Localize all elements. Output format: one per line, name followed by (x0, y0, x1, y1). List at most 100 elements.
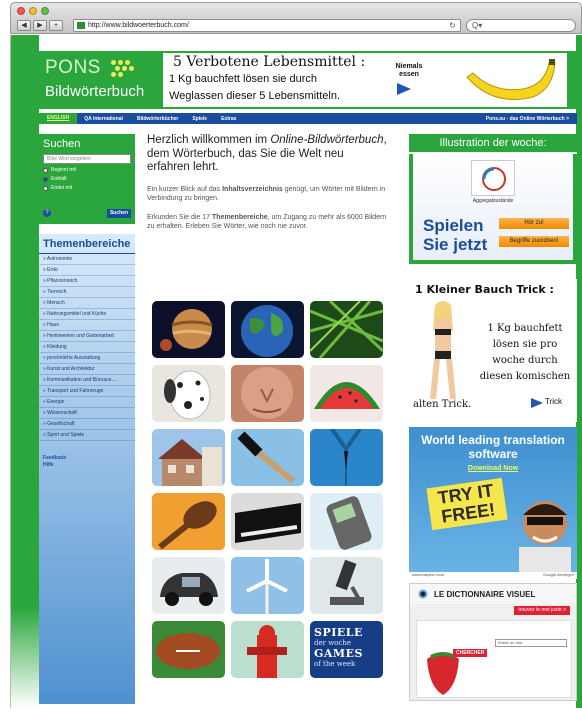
tile-kleidung[interactable] (310, 429, 383, 486)
dalmatian-icon (152, 365, 225, 422)
nav-bildwoerterbuecher[interactable]: Bildwörterbücher (130, 116, 185, 122)
english-link[interactable]: ENGLISH (39, 113, 78, 124)
match-terms-button[interactable]: Begriffe zuordnen! (499, 236, 569, 247)
download-now-link[interactable]: Download Now (409, 465, 577, 472)
banana-icon (466, 59, 556, 100)
themen-item-mensch[interactable]: » Mensch (39, 298, 135, 309)
arrow-icon (397, 83, 411, 95)
forward-button[interactable]: ▶ (33, 20, 47, 31)
belly-ad-title: 1 Kleiner Bauch Trick : (415, 283, 554, 296)
themen-item-energie[interactable]: » Energie (39, 397, 135, 408)
browser-search-input[interactable]: Q▾ (466, 19, 576, 32)
mobile-phone-icon (310, 493, 383, 550)
dict-search-input[interactable]: Entrer un mot (495, 639, 567, 647)
illustration-of-the-week[interactable]: Illustration der woche: Aggregatzustände… (409, 134, 577, 264)
feedback-link[interactable]: Feedback (43, 455, 135, 462)
minimize-window-button[interactable] (29, 7, 37, 15)
themen-item-ausstattung[interactable]: » persönliche Ausstattung (39, 353, 135, 364)
eye-icon (418, 589, 428, 599)
themen-item-transport[interactable]: » Transport und Fahrzeuge (39, 386, 135, 397)
tile-sport[interactable] (231, 621, 304, 678)
themen-item-kommunikation[interactable]: » Kommunikation und Büroaus… (39, 375, 135, 386)
tile-ausstattung[interactable] (152, 493, 225, 550)
belly-trick-ad[interactable]: 1 Kleiner Bauch Trick : 1 Kg bauchfett l… (409, 279, 577, 422)
top-banner-ad[interactable]: 5 Verbotene Lebensmittel : 1 Kg bauchfet… (163, 53, 567, 107)
right-column: Illustration der woche: Aggregatzustände… (409, 134, 577, 264)
add-bookmark-button[interactable]: + (49, 20, 63, 31)
belly-ad-trick-label: Trick (545, 397, 563, 406)
themen-item-kunst[interactable]: » Kunst und Architektur (39, 364, 135, 375)
themen-item-pflanzenreich[interactable]: » Pflanzenreich (39, 276, 135, 287)
games-of-the-week-tile[interactable]: SPIELE der woche GAMES of the week (310, 621, 383, 678)
house-icon (152, 429, 225, 486)
nav-pons-eu-link[interactable]: Pons.eu - das Online Wörterbuch > (479, 116, 577, 122)
tile-tierreich[interactable] (152, 365, 225, 422)
globe-icon (231, 301, 304, 358)
radio-label: Enthält (51, 176, 67, 182)
radio-beginnt-mit[interactable]: Beginnt mit (43, 167, 131, 173)
close-window-button[interactable] (17, 7, 25, 15)
nav-buttons: ◀ ▶ + (17, 20, 63, 31)
dict-title: LE DICTIONNAIRE VISUEL (434, 589, 536, 599)
zoom-window-button[interactable] (41, 7, 49, 15)
themenbereiche-link[interactable]: Themenbereiche (212, 214, 268, 221)
inhaltsverzeichnis-link[interactable]: Inhaltsverzeichnis (222, 186, 283, 193)
pons-logo[interactable]: PONS Bildwörterbuch (45, 55, 163, 105)
back-button[interactable]: ◀ (17, 20, 31, 31)
tile-transport[interactable] (152, 557, 225, 614)
tile-haus[interactable] (152, 429, 225, 486)
themen-item-heimwerken[interactable]: » Heimwerken und Gartenarbeit (39, 331, 135, 342)
search-button[interactable]: Suchen (106, 209, 131, 218)
translation-software-ad[interactable]: World leading translation software Downl… (409, 427, 577, 579)
tile-heimwerken[interactable] (231, 429, 304, 486)
chercher-button[interactable]: CHERCHER (453, 649, 488, 657)
tile-kommunikation[interactable] (310, 493, 383, 550)
themen-item-astronomie[interactable]: » Astronomie (39, 254, 135, 265)
tile-nahrungsmittel[interactable] (310, 365, 383, 422)
listen-button[interactable]: Hör zu! (499, 218, 569, 229)
themen-item-haus[interactable]: » Haus (39, 320, 135, 331)
spiele-subtitle: der woche (314, 639, 351, 647)
watermelon-icon (310, 365, 383, 422)
themen-item-erde[interactable]: » Erde (39, 265, 135, 276)
hilfe-link[interactable]: Hilfe (43, 462, 135, 469)
ad-line-2: Weglassen dieser 5 Lebensmitteln. (169, 90, 341, 102)
help-icon[interactable]: ? (43, 209, 51, 217)
themen-item-wissenschaft[interactable]: » Wissenschaft (39, 408, 135, 419)
tile-astronomie[interactable] (152, 301, 225, 358)
themen-title: Themenbereiche (39, 236, 135, 254)
themen-item-tierreich[interactable]: » Tierreich (39, 287, 135, 298)
games-title: GAMES (314, 647, 363, 660)
search-title: Suchen (43, 138, 81, 150)
tile-erde[interactable] (231, 301, 304, 358)
reload-icon[interactable]: ↻ (449, 20, 456, 31)
themen-item-sport[interactable]: » Sport und Spiele (39, 430, 135, 441)
ad-niemals-label: Niemals essen (395, 63, 423, 78)
site-header: PONS Bildwörterbuch 5 Verbotene Lebensmi… (39, 51, 577, 109)
tile-wissenschaft[interactable] (310, 557, 383, 614)
trouvez-button[interactable]: trouvez le mot juste > (514, 606, 570, 615)
themen-item-kleidung[interactable]: » Kleidung (39, 342, 135, 353)
play-now-heading: Spielen Sie jetzt (423, 216, 488, 254)
tile-gesellschaft[interactable] (152, 621, 225, 678)
themen-item-gesellschaft[interactable]: » Gesellschaft (39, 419, 135, 430)
browser-window: ◀ ▶ + http://www.bildwoerterbuch.com/ ↻ … (10, 2, 582, 708)
planet-icon (152, 301, 225, 358)
address-bar[interactable]: http://www.bildwoerterbuch.com/ ↻ (73, 19, 461, 32)
radio-icon (43, 176, 48, 182)
tile-energie[interactable] (231, 557, 304, 614)
nav-extras[interactable]: Extras (214, 116, 243, 122)
illustration-panel: Aggregatzustände Spielen Sie jetzt Hör zu… (413, 154, 573, 260)
tile-kunst[interactable] (231, 493, 304, 550)
nav-qa-international[interactable]: QA International (77, 116, 130, 122)
paintbrush-icon (231, 429, 304, 486)
themen-item-nahrungsmittel[interactable]: » Nahrungsmittel und Küche (39, 309, 135, 320)
favicon-icon (77, 22, 85, 29)
tile-mensch[interactable] (231, 365, 304, 422)
radio-enthaelt[interactable]: Enthält (43, 176, 131, 182)
tile-pflanzenreich[interactable] (310, 301, 383, 358)
dictionnaire-visuel-ad[interactable]: LE DICTIONNAIRE VISUEL trouvez le mot ju… (409, 583, 577, 701)
nav-spiele[interactable]: Spiele (185, 116, 214, 122)
search-input[interactable]: Bitte Wort eingeben (43, 154, 131, 164)
radio-endet-mit[interactable]: Endet mit (43, 185, 131, 191)
